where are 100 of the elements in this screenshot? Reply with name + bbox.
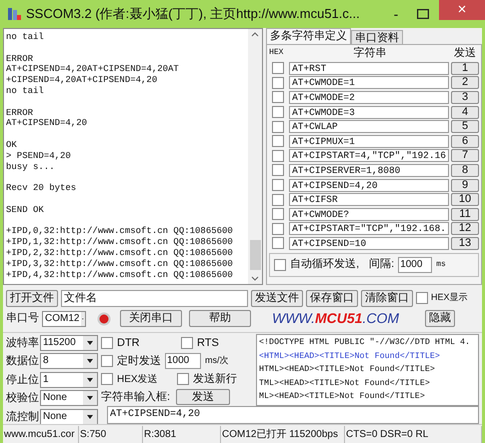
send-number-button[interactable]: 7 xyxy=(451,149,479,162)
checkbox[interactable] xyxy=(101,337,113,349)
tab[interactable]: 串口资料 xyxy=(351,30,404,44)
interval-label: 间隔: xyxy=(369,257,394,272)
setting-label: 波特率 xyxy=(6,336,39,350)
setting-select[interactable]: 1 xyxy=(40,372,98,388)
string-field[interactable]: AT+CIFSR xyxy=(289,193,449,206)
column-header: 发送 xyxy=(453,46,477,61)
checkbox[interactable] xyxy=(272,76,284,89)
receive-text-area[interactable] xyxy=(3,28,264,285)
log-line: ERROR xyxy=(6,54,34,64)
string-field[interactable]: AT+CIPSTART="TCP","192.168. xyxy=(289,222,449,236)
preview-line: <HTML><HEAD><TITLE>Not Found</TITLE> xyxy=(259,350,440,362)
checkbox[interactable] xyxy=(274,258,286,271)
port-select[interactable]: COM12 xyxy=(42,310,86,326)
port-label: 串口号 xyxy=(6,311,39,326)
scrollbar[interactable] xyxy=(248,29,262,284)
status-segment: R:3081 xyxy=(143,426,221,443)
checkbox[interactable] xyxy=(181,337,193,349)
maximize-button[interactable] xyxy=(417,9,429,19)
checkbox[interactable] xyxy=(272,91,284,104)
filename-field[interactable]: 文件名 xyxy=(61,290,248,306)
minimize-button[interactable]: - xyxy=(385,4,407,24)
status-segment: COM12已打开 115200bps xyxy=(221,426,345,443)
setting-select[interactable]: None xyxy=(40,408,98,425)
input-label: 字符串输入框: xyxy=(101,390,170,405)
string-field[interactable]: AT+CIPSEND=4,20 xyxy=(289,178,449,192)
send-number-button[interactable]: 11 xyxy=(451,208,479,221)
checkbox[interactable] xyxy=(416,292,428,304)
log-line: +IPD,1,32:http://www.cmsoft.cn QQ:10865600 xyxy=(6,237,233,248)
website-logo: WWW.MCU51.COM xyxy=(272,309,400,328)
hide-button[interactable]: 隐藏 xyxy=(425,310,455,327)
log-line: AT+CIPSEND=4,20 xyxy=(6,118,88,130)
unit-label: ms xyxy=(436,258,446,271)
window-title: SSCOM3.2 (作者:聂小猛(丁丁), 主页http://www.mcu51.c... xyxy=(26,5,361,24)
checkbox[interactable] xyxy=(272,150,284,162)
log-line: AT+CIPSEND=4,20AT+CIPSEND=4,20AT xyxy=(6,64,179,76)
save-window-button[interactable]: 保存窗口 xyxy=(306,290,358,306)
setting-select[interactable]: None xyxy=(40,390,98,406)
checkbox[interactable] xyxy=(272,208,284,220)
string-field[interactable]: AT+CWMODE=3 xyxy=(289,106,449,119)
string-field[interactable]: AT+CIPMUX=1 xyxy=(289,134,449,148)
checkbox[interactable] xyxy=(101,355,113,367)
string-field[interactable]: AT+CIPSEND=10 xyxy=(289,236,449,250)
log-line: +CIPSEND=4,20AT+CIPSEND=4,20 xyxy=(6,75,158,86)
checkbox[interactable] xyxy=(101,373,113,385)
log-line: +IPD,0,32:http://www.cmsoft.cn QQ:10865600 xyxy=(6,226,233,238)
send-number-button[interactable]: 10 xyxy=(451,193,479,206)
setting-select[interactable]: 8 xyxy=(40,353,98,370)
input-field[interactable]: AT+CIPSEND=4,20 xyxy=(107,406,479,424)
string-field[interactable]: AT+CWLAP xyxy=(289,120,449,134)
send-number-button[interactable]: 8 xyxy=(451,164,479,177)
setting-select[interactable]: 115200 xyxy=(40,334,98,351)
checkbox[interactable] xyxy=(272,106,284,118)
send-number-button[interactable]: 5 xyxy=(451,120,479,134)
close-button[interactable]: × xyxy=(439,0,485,20)
checkbox[interactable] xyxy=(272,194,284,206)
tab[interactable]: 多条字符串定义 xyxy=(266,28,352,44)
send-number-button[interactable]: 1 xyxy=(451,62,479,75)
send-number-button[interactable]: 3 xyxy=(451,90,479,104)
send-number-button[interactable]: 12 xyxy=(451,222,479,236)
log-line: busy s... xyxy=(6,162,55,172)
send-number-button[interactable]: 2 xyxy=(451,76,479,90)
checkbox[interactable] xyxy=(177,373,189,385)
string-field[interactable]: AT+RST xyxy=(289,62,449,75)
scroll-up-icon[interactable] xyxy=(251,32,260,37)
send-button[interactable]: 发送 xyxy=(176,389,230,405)
checkbox[interactable] xyxy=(272,164,284,176)
string-field[interactable]: AT+CIPSTART=4,"TCP","192.16 xyxy=(289,149,449,162)
checkbox[interactable] xyxy=(272,222,284,235)
send-number-button[interactable]: 4 xyxy=(451,106,479,119)
string-field[interactable]: AT+CWMODE? xyxy=(289,208,449,221)
dtr-label: DTR xyxy=(117,336,141,351)
help-button[interactable]: 帮助 xyxy=(189,310,251,327)
log-line: no tail xyxy=(6,32,44,43)
checkbox[interactable] xyxy=(272,179,284,192)
scroll-thumb[interactable] xyxy=(250,240,261,270)
setting-label: 停止位 xyxy=(6,372,39,388)
preview-line: ML><HEAD><TITLE>Not Found</TITLE> xyxy=(259,390,425,403)
string-field[interactable]: AT+CWMODE=1 xyxy=(289,76,449,90)
close-port-button[interactable]: 关闭串口 xyxy=(120,310,182,327)
setting-label: 校验位 xyxy=(6,391,39,406)
rts-label: RTS xyxy=(197,336,219,351)
log-line: Recv 20 bytes xyxy=(6,183,76,194)
checkbox[interactable] xyxy=(272,135,284,148)
string-field[interactable]: AT+CWMODE=2 xyxy=(289,90,449,104)
checkbox[interactable] xyxy=(272,120,284,133)
send-number-button[interactable]: 6 xyxy=(451,134,479,148)
send-file-button[interactable]: 发送文件 xyxy=(251,290,303,306)
interval-field[interactable]: 1000 xyxy=(165,353,201,369)
clear-window-button[interactable]: 清除窗口 xyxy=(361,290,413,306)
string-field[interactable]: AT+CIPSERVER=1,8080 xyxy=(289,164,449,177)
open-file-button[interactable]: 打开文件 xyxy=(6,290,58,306)
send-number-button[interactable]: 13 xyxy=(451,236,479,250)
send-number-button[interactable]: 9 xyxy=(451,178,479,192)
checkbox[interactable] xyxy=(272,237,284,250)
hex-send-label: HEX发送 xyxy=(117,372,159,386)
interval-field[interactable]: 1000 xyxy=(398,256,432,273)
checkbox[interactable] xyxy=(272,62,284,74)
scroll-down-icon[interactable] xyxy=(251,276,260,281)
